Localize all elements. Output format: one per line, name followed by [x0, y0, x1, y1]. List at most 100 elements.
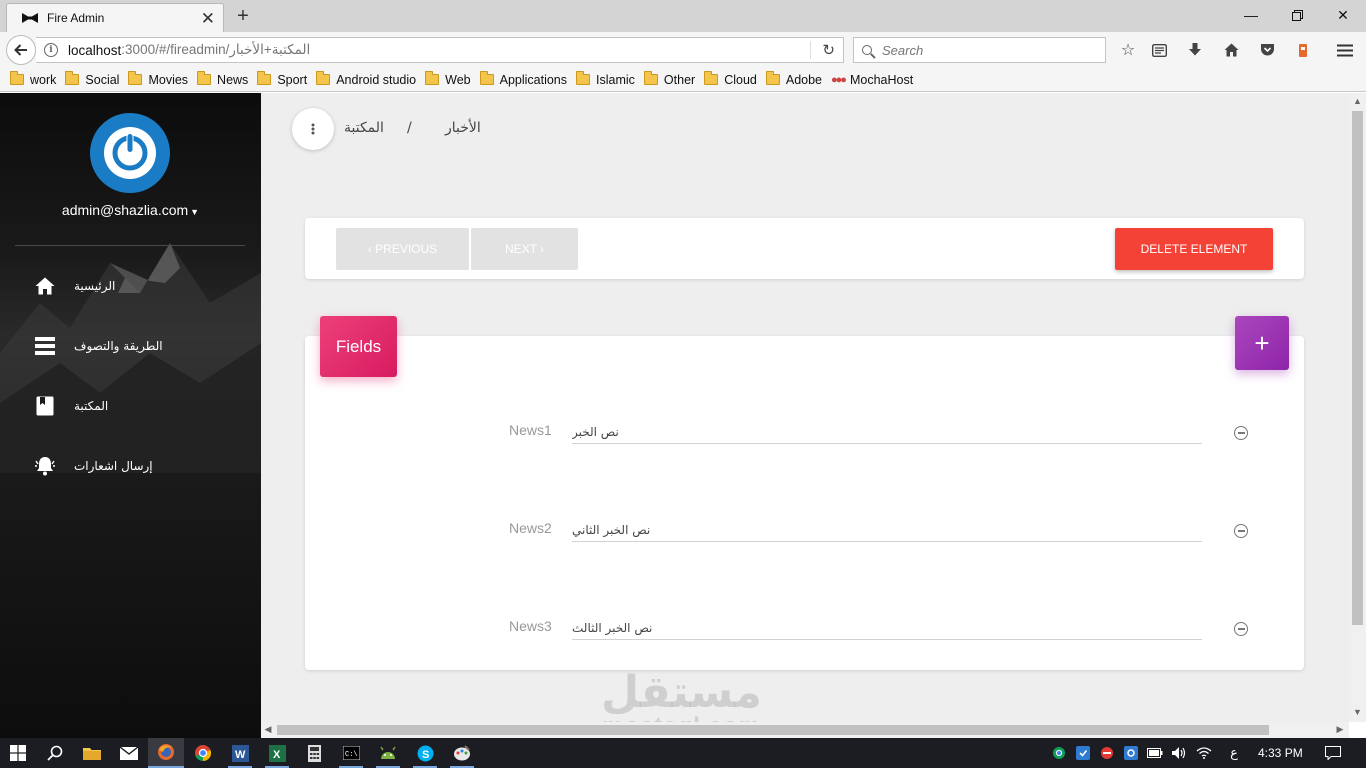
sidebar-item-label: الطريقة والتصوف	[74, 339, 163, 353]
user-email-dropdown[interactable]: admin@shazlia.com ▼	[0, 202, 261, 218]
book-icon	[34, 395, 56, 417]
remove-field-icon[interactable]	[1234, 426, 1248, 440]
svg-text:C:\: C:\	[345, 751, 358, 759]
power-icon	[104, 127, 156, 179]
bookmark-work[interactable]: work	[10, 71, 56, 87]
previous-button[interactable]: ‹ PREVIOUS	[336, 228, 469, 270]
search-input[interactable]	[882, 42, 1082, 58]
bookmark-islamic[interactable]: Islamic	[576, 71, 635, 87]
caret-down-icon: ▼	[190, 207, 200, 217]
maximize-icon[interactable]	[1274, 0, 1320, 30]
firefox-icon[interactable]	[148, 738, 184, 768]
android-studio-icon[interactable]	[370, 738, 406, 768]
reading-list-icon[interactable]	[1148, 39, 1170, 61]
input-language[interactable]: ع	[1226, 738, 1242, 768]
next-button[interactable]: NEXT ›	[471, 228, 578, 270]
start-icon[interactable]	[0, 738, 36, 768]
sidebar-item-label: المكتبة	[74, 399, 109, 413]
news3-input[interactable]	[572, 614, 1202, 640]
scroll-left-icon[interactable]: ◀	[261, 724, 275, 735]
security-tray-icon[interactable]	[1122, 738, 1140, 768]
battery-icon[interactable]	[1146, 738, 1164, 768]
download-icon[interactable]	[1184, 39, 1206, 61]
close-window-icon[interactable]: ✕	[1320, 0, 1366, 30]
info-icon[interactable]: i	[44, 43, 58, 57]
bookmark-web[interactable]: Web	[425, 71, 471, 87]
home-browser-icon[interactable]	[1220, 39, 1242, 61]
remove-field-icon[interactable]	[1234, 524, 1248, 538]
file-explorer-icon[interactable]	[74, 738, 110, 768]
excel-icon[interactable]: X	[259, 738, 295, 768]
notification-center-icon[interactable]	[1322, 738, 1344, 768]
list-icon	[34, 335, 56, 357]
delete-element-button[interactable]: DELETE ELEMENT	[1115, 228, 1273, 270]
volume-icon[interactable]	[1170, 738, 1188, 768]
menu-icon[interactable]	[1334, 39, 1356, 61]
bowtie-icon	[21, 11, 39, 25]
reload-icon[interactable]: ↻	[822, 41, 835, 59]
bookmark-android-studio[interactable]: Android studio	[316, 71, 416, 87]
field-row-news1: News1	[305, 418, 1304, 458]
bookmark-cloud[interactable]: Cloud	[704, 71, 757, 87]
news2-input[interactable]	[572, 516, 1202, 542]
update-tray-icon[interactable]	[1074, 738, 1092, 768]
chrome-tray-icon[interactable]	[1050, 738, 1068, 768]
bookmark-mochahost[interactable]: ●●● MochaHost	[831, 73, 913, 87]
url-bar[interactable]: i localhost:3000/#/fireadmin/المكتبة+الأ…	[36, 37, 844, 63]
sidebar-item-library[interactable]: المكتبة	[0, 386, 261, 426]
mail-icon[interactable]	[111, 738, 147, 768]
search-icon	[862, 45, 872, 55]
extension-icon[interactable]	[1292, 39, 1314, 61]
add-field-button[interactable]: +	[1235, 316, 1289, 370]
vertical-scrollbar[interactable]: ▲ ▼	[1349, 93, 1366, 722]
more-vert-icon	[311, 123, 315, 135]
folder-icon	[128, 71, 143, 85]
bookmark-applications[interactable]: Applications	[479, 71, 567, 87]
breadcrumb-separator: /	[407, 120, 412, 136]
sidebar-item-home[interactable]: الرئيسية	[0, 266, 261, 306]
folder-icon	[65, 71, 80, 85]
cmd-icon[interactable]: C:\	[333, 738, 369, 768]
horizontal-scrollbar[interactable]: ◀ ▶	[261, 722, 1349, 738]
search-bar[interactable]	[853, 37, 1106, 63]
url-host: localhost	[68, 42, 122, 58]
wifi-icon[interactable]	[1195, 738, 1213, 768]
breadcrumb-library[interactable]: المكتبة	[344, 120, 384, 136]
browser-tab[interactable]: Fire Admin ✕	[6, 3, 224, 32]
more-options-button[interactable]	[292, 108, 334, 150]
folder-icon	[197, 71, 212, 85]
pocket-icon[interactable]	[1256, 39, 1278, 61]
paint-icon[interactable]	[444, 738, 480, 768]
scroll-down-icon[interactable]: ▼	[1349, 707, 1366, 717]
fields-card: News1 News2 News3	[305, 336, 1304, 670]
horizontal-scroll-thumb[interactable]	[277, 725, 1269, 735]
sidebar-item-tariqa[interactable]: الطريقة والتصوف	[0, 326, 261, 366]
calculator-icon[interactable]	[296, 738, 332, 768]
remove-field-icon[interactable]	[1234, 622, 1248, 636]
vertical-scroll-thumb[interactable]	[1352, 111, 1363, 625]
scroll-up-icon[interactable]: ▲	[1349, 96, 1366, 106]
bookmark-sport[interactable]: Sport	[257, 71, 307, 87]
avatar[interactable]	[90, 113, 170, 193]
word-icon[interactable]: W	[222, 738, 258, 768]
tab-close-icon[interactable]: ✕	[201, 10, 215, 27]
skype-icon[interactable]: S	[407, 738, 443, 768]
new-tab-button[interactable]: +	[233, 5, 253, 27]
clock[interactable]: 4:33 PM	[1258, 746, 1303, 760]
back-button[interactable]	[6, 35, 36, 65]
bookmark-movies[interactable]: Movies	[128, 71, 188, 87]
antivirus-tray-icon[interactable]	[1098, 738, 1116, 768]
scroll-right-icon[interactable]: ▶	[1333, 724, 1347, 735]
chrome-icon[interactable]	[185, 738, 221, 768]
bell-icon	[34, 455, 56, 477]
star-icon[interactable]: ☆	[1117, 39, 1139, 61]
sidebar-item-notifications[interactable]: إرسال اشعارات	[0, 446, 261, 486]
bookmark-news[interactable]: News	[197, 71, 248, 87]
search-taskbar-icon[interactable]	[37, 738, 73, 768]
bookmark-social[interactable]: Social	[65, 71, 119, 87]
bookmark-other[interactable]: Other	[643, 71, 695, 87]
bookmark-adobe[interactable]: Adobe	[765, 71, 822, 87]
minimize-icon[interactable]: —	[1228, 0, 1274, 30]
news1-input[interactable]	[572, 418, 1202, 444]
breadcrumb-news: الأخبار	[445, 120, 481, 136]
